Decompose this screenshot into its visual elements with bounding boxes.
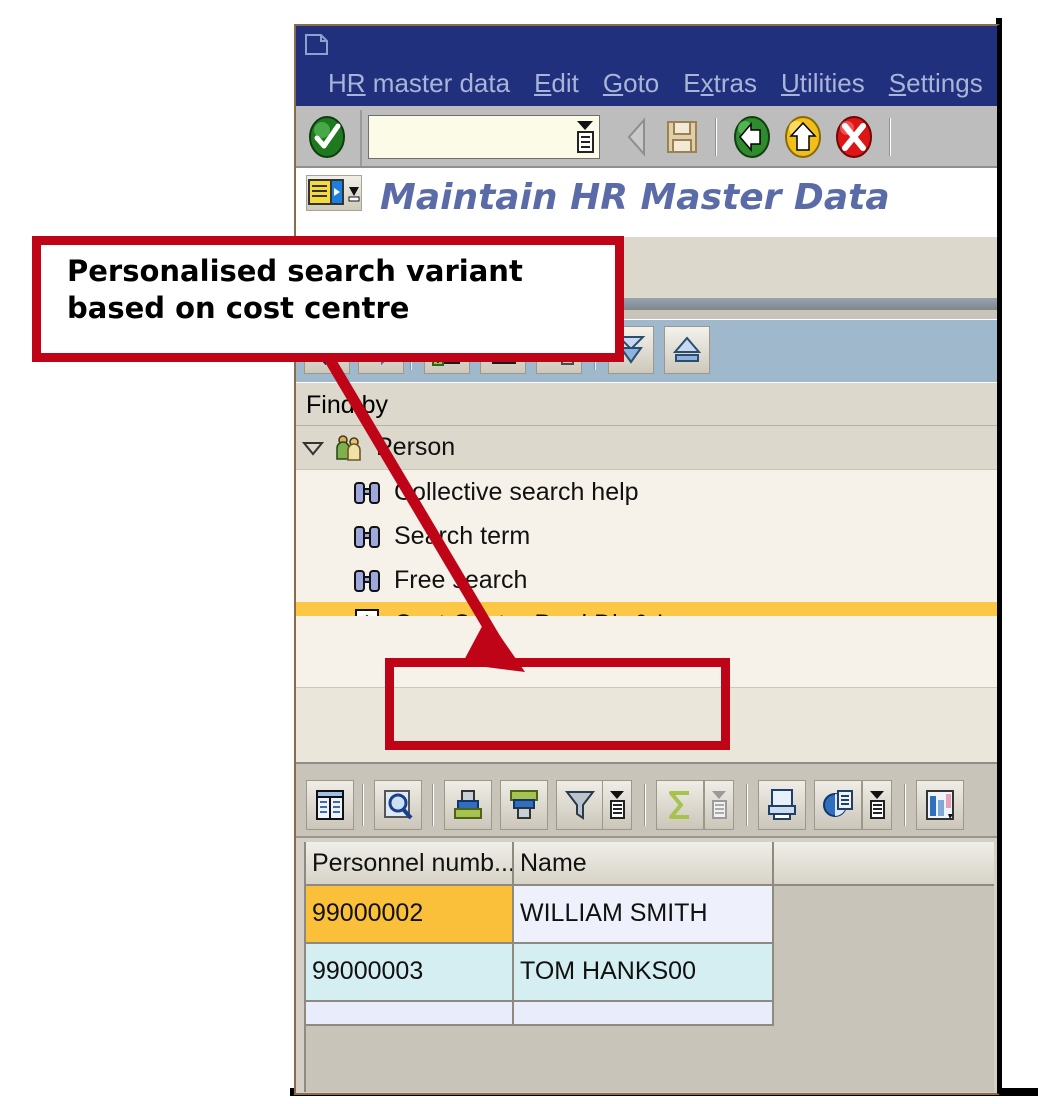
- tree-node-person[interactable]: Person: [296, 426, 997, 470]
- tree-item-collective-search-help[interactable]: Collective search help: [296, 470, 997, 514]
- result-grid: Personnel numb... Name 99000002 WILLIAM …: [304, 842, 994, 1092]
- binoculars-icon: [348, 477, 386, 507]
- tree-item-search-term[interactable]: Search term: [296, 514, 997, 558]
- tree-item-label: Search term: [394, 521, 531, 550]
- alv-separator-4: [746, 784, 748, 826]
- cancel-red-icon[interactable]: [833, 115, 875, 159]
- table-row[interactable]: 99000003 TOM HANKS00: [306, 944, 994, 1002]
- cell-personnel-number[interactable]: 99000003: [306, 944, 514, 1002]
- cell-blank: [774, 1002, 994, 1026]
- alv-separator-2: [432, 784, 434, 826]
- tree-item-label: Free search: [394, 565, 528, 594]
- sigma-icon: [669, 791, 689, 819]
- title-strip: Maintain HR Master Data: [296, 168, 997, 236]
- table-row[interactable]: 99000002 WILLIAM SMITH: [306, 886, 994, 944]
- callout-line-1: Personalised search variant: [67, 254, 523, 288]
- table-row[interactable]: [306, 1002, 994, 1026]
- column-header-blank: [774, 842, 994, 886]
- save-icon[interactable]: [663, 116, 701, 158]
- cell-personnel-number[interactable]: 99000002: [306, 886, 514, 944]
- alv-separator-5: [904, 784, 906, 826]
- menu-item-settings[interactable]: Settings: [889, 68, 983, 98]
- column-header-personnel-number[interactable]: Personnel numb...: [306, 842, 514, 886]
- command-field[interactable]: [368, 115, 600, 159]
- menu-dropdown-icon: [870, 791, 885, 819]
- tree-node-label: Person: [376, 433, 456, 461]
- menu-item-hr-master-data[interactable]: HR master data: [328, 68, 510, 98]
- green-check-icon[interactable]: [304, 115, 350, 159]
- layout-button[interactable]: [916, 780, 964, 830]
- cell-blank: [774, 886, 994, 944]
- menu-item-goto[interactable]: Goto: [603, 68, 659, 98]
- search-tree: Person Collective search help Search ter…: [296, 426, 997, 646]
- tree-item-label: Collective search help: [394, 477, 639, 506]
- sort-asc-icon: [454, 790, 482, 819]
- screenshot-root: HR master data Edit Goto Extras Utilitie…: [0, 0, 1038, 1104]
- find-button[interactable]: [374, 780, 422, 830]
- command-dropdown-icon[interactable]: [574, 119, 596, 155]
- cell-name[interactable]: TOM HANKS00: [514, 944, 774, 1002]
- print-button[interactable]: [758, 780, 806, 830]
- exit-yellow-icon[interactable]: [782, 115, 824, 159]
- magnifier-icon: [384, 790, 413, 820]
- up-arrow-icon: [672, 336, 702, 362]
- subtotal-menu-button[interactable]: [704, 780, 734, 830]
- detail-button[interactable]: [306, 780, 354, 830]
- menu-item-utilities[interactable]: Utilities: [781, 68, 865, 98]
- column-header-name[interactable]: Name: [514, 842, 774, 886]
- filter-menu-button[interactable]: [602, 780, 632, 830]
- collapse-all-button[interactable]: [664, 326, 710, 374]
- sort-descending-button[interactable]: [500, 780, 548, 830]
- callout-line-2: based on cost centre: [67, 291, 410, 325]
- person-group-icon: [330, 433, 368, 463]
- title-menu-icon[interactable]: [306, 175, 362, 211]
- menu-dropdown-icon: [610, 791, 625, 819]
- page-title: Maintain HR Master Data: [380, 177, 890, 218]
- binoculars-icon: [348, 521, 386, 551]
- export-menu-button[interactable]: [862, 780, 892, 830]
- cell-personnel-number[interactable]: [306, 1002, 514, 1026]
- cell-name[interactable]: [514, 1002, 774, 1026]
- layout-icon: [926, 790, 954, 820]
- export-icon: [823, 790, 853, 817]
- funnel-icon: [564, 791, 596, 820]
- toolbar-separator-2: [889, 118, 891, 156]
- cell-blank: [774, 944, 994, 1002]
- menu-item-list: HR master data Edit Goto Extras Utilitie…: [328, 68, 983, 104]
- chevron-down-icon[interactable]: [296, 440, 330, 456]
- sort-ascending-button[interactable]: [444, 780, 492, 830]
- back-green-icon[interactable]: [731, 115, 773, 159]
- callout-box: Personalised search variant based on cos…: [32, 236, 624, 362]
- export-button[interactable]: [814, 780, 862, 830]
- find-by-label: Find by: [296, 382, 997, 426]
- menu-item-extras[interactable]: Extras: [683, 68, 757, 98]
- alv-separator-1: [362, 784, 364, 826]
- callout-text: Personalised search variant based on cos…: [67, 253, 607, 327]
- command-icon-group: [620, 114, 896, 160]
- alv-separator-3: [644, 784, 646, 826]
- command-toolbar: [296, 106, 997, 168]
- sap-window-icon[interactable]: [304, 33, 330, 59]
- filter-button[interactable]: [556, 780, 604, 830]
- print-icon: [768, 789, 796, 820]
- cell-name[interactable]: WILLIAM SMITH: [514, 886, 774, 944]
- highlight-box-cost-center: [385, 658, 730, 750]
- command-separator: [360, 110, 362, 166]
- sort-desc-icon: [510, 790, 538, 819]
- binoculars-icon: [348, 565, 386, 595]
- grid-splitter: [296, 762, 997, 772]
- menu-dropdown-icon: [712, 791, 727, 819]
- alv-grid-toolbar: [296, 772, 997, 838]
- sap-gui-window: HR master data Edit Goto Extras Utilitie…: [294, 24, 1000, 1095]
- total-button[interactable]: [656, 780, 704, 830]
- tree-item-free-search[interactable]: Free search: [296, 558, 997, 602]
- menu-bar: HR master data Edit Goto Extras Utilitie…: [296, 26, 997, 106]
- detail-list-icon: [316, 790, 344, 820]
- toolbar-separator: [715, 118, 717, 156]
- grid-header-row: Personnel numb... Name: [306, 842, 994, 886]
- back-arrow-icon[interactable]: [620, 116, 654, 158]
- menu-item-edit[interactable]: Edit: [534, 68, 579, 98]
